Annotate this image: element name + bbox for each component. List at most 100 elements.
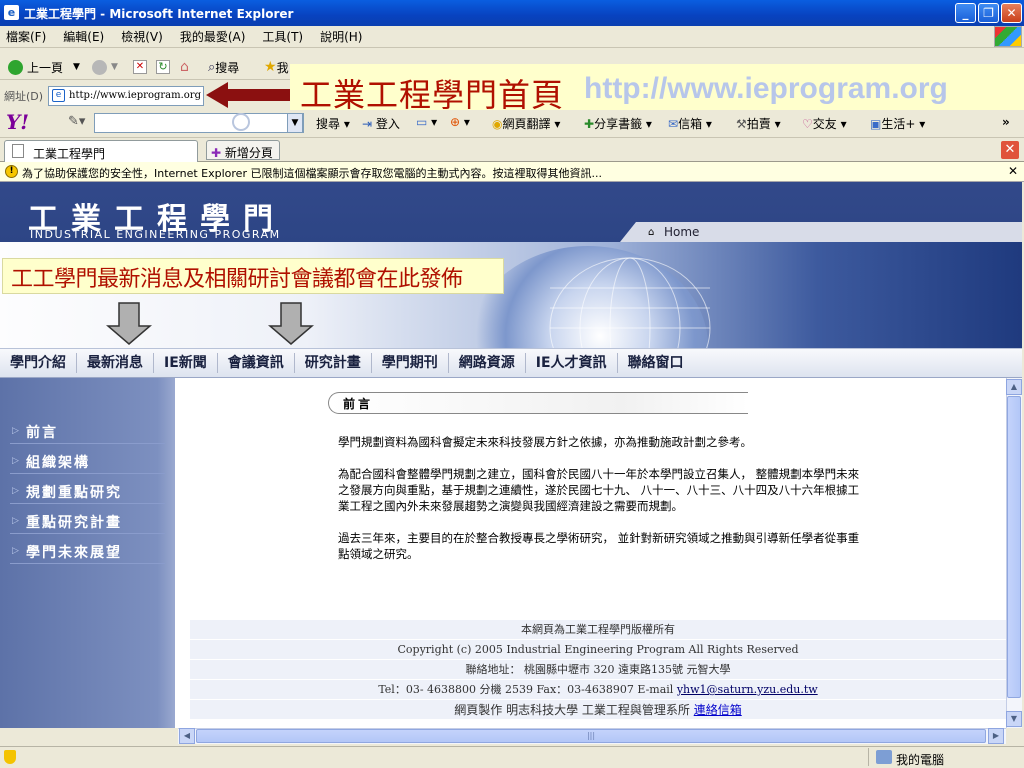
sidebar-item-key-projects[interactable]: ▷ 重點研究計畫	[10, 506, 165, 534]
layout-button[interactable]: ▭ ▾	[416, 115, 437, 129]
yahoo-search-dropdown[interactable]: ▼	[287, 113, 303, 133]
sidebar-item-label: 學門未來展望	[26, 545, 122, 561]
target-icon: ⊕	[450, 115, 461, 129]
nav-latest-news[interactable]: 最新消息	[77, 353, 154, 373]
menu-help[interactable]: 說明(H)	[320, 28, 362, 45]
close-tab-button[interactable]: ✕	[1001, 141, 1019, 159]
sidebar-item-label: 規劃重點研究	[26, 485, 122, 501]
scroll-down-button[interactable]: ▼	[1006, 711, 1022, 727]
close-window-button[interactable]: ✕	[1001, 3, 1022, 23]
yahoo-translate[interactable]: ◉網頁翻譯 ▾	[492, 115, 560, 132]
menu-view[interactable]: 檢視(V)	[121, 28, 163, 45]
triangle-right-icon: ▷	[12, 426, 21, 436]
target-button[interactable]: ⊕ ▾	[450, 115, 470, 129]
address-input[interactable]: http://www.ieprogram.org	[48, 86, 204, 106]
yahoo-search-label: 搜尋	[316, 117, 341, 131]
footer-made-by: 網頁製作 明志科技大學 工業工程與管理系所	[454, 703, 690, 717]
horizontal-scroll-thumb[interactable]: |||	[196, 729, 986, 743]
toolbar-overflow-button[interactable]: »	[1002, 115, 1010, 129]
home-button[interactable]: ⌂	[180, 58, 189, 76]
yahoo-logo[interactable]: Y!	[6, 110, 29, 134]
triangle-right-icon: ▷	[12, 486, 21, 496]
footer-copyright-cn: 本網頁為工業工程學門版權所有	[190, 620, 1006, 640]
sidebar-item-planning[interactable]: ▷ 規劃重點研究	[10, 476, 165, 504]
yahoo-mail[interactable]: ✉信箱 ▾	[668, 115, 712, 132]
nav-journals[interactable]: 學門期刊	[372, 353, 449, 373]
scroll-up-button[interactable]: ▲	[1006, 379, 1022, 395]
footer-copyright-en: Copyright (c) 2005 Industrial Engineerin…	[190, 640, 1006, 660]
sidebar-item-organization[interactable]: ▷ 組織架構	[10, 446, 165, 474]
scroll-left-button[interactable]: ◀	[179, 728, 195, 744]
paragraph-1: 學門規劃資料為國科會擬定未來科技發展方針之依據，亦為推動施政計劃之參考。	[338, 435, 752, 449]
footer-contact: Tel：03- 4638800 分機 2539 Fax：03-4638907 E…	[190, 680, 1006, 700]
ie-app-icon: e	[4, 5, 19, 20]
window-layout-icon: ▭	[416, 115, 428, 129]
window-titlebar[interactable]: 工業工程學門 - Microsoft Internet Explorer	[0, 0, 1024, 26]
nav-web-resources[interactable]: 網路資源	[449, 353, 526, 373]
stop-button[interactable]: ✕	[133, 58, 147, 76]
sidebar-item-future[interactable]: ▷ 學門未來展望	[10, 536, 165, 564]
nav-research-projects[interactable]: 研究計畫	[295, 353, 372, 373]
yahoo-bookmarks[interactable]: ✚分享書籤 ▾	[584, 115, 652, 132]
scroll-right-button[interactable]: ▶	[988, 728, 1004, 744]
pencil-icon[interactable]: ✎▾	[68, 114, 85, 129]
address-label: 網址(D)	[4, 90, 44, 103]
auction-hammer-icon: ⚒	[736, 117, 747, 131]
refresh-button[interactable]: ↻	[156, 58, 170, 76]
new-tab-button[interactable]: ✚ 新增分頁	[206, 140, 280, 160]
menu-edit[interactable]: 編輯(E)	[63, 28, 104, 45]
mail-icon: ✉	[668, 117, 679, 131]
windows-logo-icon	[994, 26, 1022, 47]
favorites-label: 我	[276, 60, 289, 75]
star-icon: ★	[264, 59, 277, 75]
nav-program-intro[interactable]: 學門介紹	[0, 353, 77, 373]
home-icon: ⌂	[180, 59, 189, 75]
mail-label: 信箱	[678, 117, 703, 131]
nav-ie-talent[interactable]: IE人才資訊	[526, 353, 618, 373]
down-arrow-annotation-icon	[268, 302, 314, 345]
magnifier-icon	[232, 113, 250, 131]
maximize-button[interactable]: ❐	[978, 3, 999, 23]
back-button[interactable]: 上一頁 ▼	[8, 58, 80, 76]
computer-icon	[876, 750, 892, 764]
tab-active[interactable]: 工業工程學門	[4, 140, 198, 162]
new-tab-label: 新增分頁	[224, 146, 273, 160]
yahoo-login-button[interactable]: ⇥ 登入	[362, 115, 400, 132]
annotation-url: http://www.ieprogram.org	[584, 72, 948, 105]
security-zone[interactable]: 我的電腦	[896, 751, 944, 768]
sidebar-item-label: 前言	[26, 425, 58, 441]
menu-tools[interactable]: 工具(T)	[262, 28, 303, 45]
vertical-scroll-thumb[interactable]	[1007, 396, 1021, 698]
nav-conference-info[interactable]: 會議資訊	[218, 353, 295, 373]
sidebar-item-preface[interactable]: ▷ 前言	[10, 416, 165, 444]
paragraph-2: 為配合國科會整體學門規劃之建立，國科會於民國八十一年於本學門設立召集人， 整體規…	[338, 467, 860, 513]
back-dropdown-icon[interactable]: ▼	[73, 62, 80, 72]
yahoo-search-button[interactable]: 搜尋 ▾	[316, 115, 350, 132]
minimize-button[interactable]: _	[955, 3, 976, 23]
footer-email-link[interactable]: yhw1@saturn.yzu.edu.tw	[677, 683, 818, 696]
nav-contact[interactable]: 聯絡窗口	[618, 353, 694, 373]
yahoo-life[interactable]: ▣生活+ ▾	[870, 115, 925, 132]
menu-file[interactable]: 檔案(F)	[6, 28, 46, 45]
favorites-button[interactable]: ★ 我	[264, 58, 289, 76]
footer-contact-link[interactable]: 連絡信箱	[694, 703, 742, 717]
window-title: 工業工程學門 - Microsoft Internet Explorer	[24, 6, 294, 21]
back-arrow-icon	[8, 59, 23, 75]
yahoo-search-input[interactable]	[94, 113, 304, 133]
yahoo-dating[interactable]: ♡交友 ▾	[802, 115, 847, 132]
menu-favorites[interactable]: 我的最愛(A)	[180, 28, 246, 45]
home-link[interactable]: Home	[664, 225, 699, 239]
translate-label: 網頁翻譯	[502, 117, 551, 131]
back-label: 上一頁	[27, 60, 64, 75]
forward-button[interactable]: ▼	[92, 58, 118, 76]
auction-label: 拍賣	[746, 117, 771, 131]
security-shield-icon[interactable]	[4, 750, 16, 764]
status-divider	[868, 748, 869, 766]
plus-icon: ✚	[211, 146, 222, 160]
search-button[interactable]: ⌕ 搜尋	[208, 58, 239, 76]
translate-icon: ◉	[492, 117, 503, 131]
information-bar[interactable]: 為了協助保護您的安全性，Internet Explorer 已限制這個檔案顯示會…	[0, 162, 1024, 182]
infobar-close-icon[interactable]: ✕	[1008, 164, 1018, 178]
nav-ie-news[interactable]: IE新聞	[154, 353, 218, 373]
yahoo-auction[interactable]: ⚒拍賣 ▾	[736, 115, 781, 132]
